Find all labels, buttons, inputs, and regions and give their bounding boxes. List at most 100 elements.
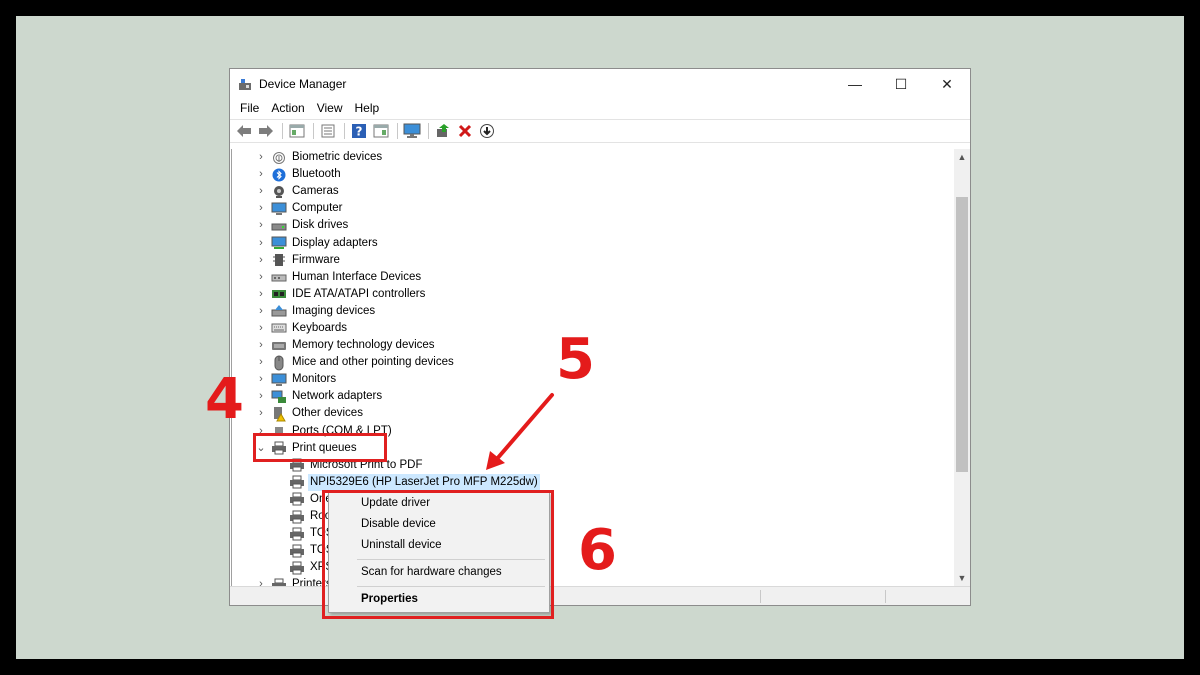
chevron-right-icon[interactable]: ›: [256, 286, 266, 303]
back-button[interactable]: [234, 121, 254, 141]
toolbar-separator: [313, 123, 314, 139]
tree-item-label: Disk drives: [292, 219, 349, 232]
highlight-context-menu: [322, 490, 554, 619]
tree-category-cameras[interactable]: › Cameras: [232, 183, 954, 200]
tree-item-label: Cameras: [292, 185, 339, 198]
printer-icon: [289, 474, 305, 490]
window-controls: — ☐ ✕: [832, 69, 970, 99]
imaging-icon: [271, 303, 287, 319]
tree-category-firmware[interactable]: › Firmware: [232, 252, 954, 269]
download-circle-icon: [480, 124, 494, 138]
tree-item-label: Biometric devices: [292, 151, 383, 164]
firmware-icon: [271, 252, 287, 268]
tree-item-label: IDE ATA/ATAPI controllers: [292, 287, 426, 300]
chevron-right-icon[interactable]: ›: [256, 354, 266, 371]
tree-item-label: Human Interface Devices: [292, 270, 422, 283]
red-x-icon: [458, 124, 472, 138]
scroll-thumb[interactable]: [956, 197, 968, 472]
properties-toolbar-button[interactable]: [318, 121, 338, 141]
step-number-4: 4: [205, 367, 244, 432]
menu-file[interactable]: File: [234, 101, 265, 115]
bluetooth-icon: [271, 167, 287, 183]
back-arrow-icon: [237, 125, 251, 137]
tree-category-biometric-devices[interactable]: › Biometric devices: [232, 149, 954, 166]
toolbar: ?: [230, 119, 970, 143]
scroll-down-icon[interactable]: ▼: [954, 570, 970, 586]
mouse-icon: [271, 355, 287, 371]
maximize-icon: ☐: [894, 75, 908, 92]
menu-view[interactable]: View: [311, 101, 349, 115]
disk-drive-icon: [271, 218, 287, 234]
tree-category-ide-ata-atapi-controllers[interactable]: › IDE ATA/ATAPI controllers: [232, 286, 954, 303]
chevron-right-icon[interactable]: ›: [256, 303, 266, 320]
menu-help[interactable]: Help: [349, 101, 386, 115]
keyboard-icon: [271, 320, 287, 336]
tree-item-label: Firmware: [292, 253, 340, 266]
tree-item-label: Display adapters: [292, 236, 378, 249]
tree-item-label: Other devices: [292, 407, 363, 420]
chevron-right-icon[interactable]: ›: [256, 371, 266, 388]
toolbar-separator: [428, 123, 429, 139]
update-driver-icon: [437, 124, 449, 137]
chevron-right-icon[interactable]: ›: [256, 337, 266, 354]
help-toolbar-button[interactable]: ?: [349, 121, 369, 141]
svg-text:?: ?: [356, 125, 363, 139]
fingerprint-icon: [271, 150, 287, 166]
update-driver-toolbar-button[interactable]: [433, 121, 453, 141]
chevron-right-icon[interactable]: ›: [256, 166, 266, 183]
scroll-up-icon[interactable]: ▲: [954, 149, 970, 165]
close-button[interactable]: ✕: [924, 69, 970, 99]
tree-category-imaging-devices[interactable]: › Imaging devices: [232, 303, 954, 320]
tree-category-human-interface-devices[interactable]: › Human Interface Devices: [232, 269, 954, 286]
disable-device-toolbar-button[interactable]: [477, 121, 497, 141]
tree-item-label: Computer: [292, 202, 343, 215]
menu-action[interactable]: Action: [265, 101, 310, 115]
maximize-button[interactable]: ☐: [878, 69, 924, 99]
tree-item-label: Bluetooth: [292, 168, 341, 181]
tree-print-queue-item[interactable]: NPI5329E6 (HP LaserJet Pro MFP M225dw): [232, 473, 954, 491]
chevron-right-icon[interactable]: ›: [256, 149, 266, 166]
device-manager-icon: [238, 77, 252, 91]
minimize-button[interactable]: —: [832, 69, 878, 99]
display-adapter-icon: [271, 235, 287, 251]
chevron-right-icon[interactable]: ›: [256, 269, 266, 286]
chevron-right-icon[interactable]: ›: [256, 388, 266, 405]
status-divider: [760, 590, 761, 603]
tree-category-bluetooth[interactable]: › Bluetooth: [232, 166, 954, 183]
chevron-right-icon[interactable]: ›: [256, 200, 266, 217]
scan-hardware-toolbar-button[interactable]: [402, 121, 422, 141]
highlight-print-queues: [253, 433, 387, 462]
toolbar-separator: [282, 123, 283, 139]
action-pane-button[interactable]: [371, 121, 391, 141]
toolbar-separator: [397, 123, 398, 139]
tree-category-other-devices[interactable]: › Other devices: [232, 405, 954, 422]
vertical-scrollbar[interactable]: ▲ ▼: [954, 149, 970, 586]
printer-icon: [289, 560, 305, 576]
printer-icon: [289, 509, 305, 525]
computer-icon: [271, 201, 287, 217]
chevron-right-icon[interactable]: ›: [256, 252, 266, 269]
printer-icon: [289, 526, 305, 542]
show-hide-console-tree-button[interactable]: [287, 121, 307, 141]
camera-icon: [271, 184, 287, 200]
tree-item-label: Keyboards: [292, 321, 347, 334]
chevron-right-icon[interactable]: ›: [256, 320, 266, 337]
tree-category-computer[interactable]: › Computer: [232, 200, 954, 217]
step-number-5: 5: [556, 327, 595, 392]
chevron-right-icon[interactable]: ›: [256, 405, 266, 422]
properties-icon: [321, 124, 335, 138]
step-number-6: 6: [578, 518, 617, 583]
chevron-right-icon[interactable]: ›: [256, 235, 266, 252]
chevron-right-icon[interactable]: ›: [256, 217, 266, 234]
close-icon: ✕: [941, 75, 953, 92]
minimize-icon: —: [848, 76, 862, 92]
monitor-scan-icon: [403, 123, 421, 138]
chevron-right-icon[interactable]: ›: [256, 576, 266, 586]
status-divider: [885, 590, 886, 603]
forward-button[interactable]: [256, 121, 276, 141]
tree-category-disk-drives[interactable]: › Disk drives: [232, 217, 954, 234]
tree-category-display-adapters[interactable]: › Display adapters: [232, 234, 954, 251]
printer-icon: [271, 577, 287, 586]
uninstall-device-toolbar-button[interactable]: [455, 121, 475, 141]
chevron-right-icon[interactable]: ›: [256, 183, 266, 200]
